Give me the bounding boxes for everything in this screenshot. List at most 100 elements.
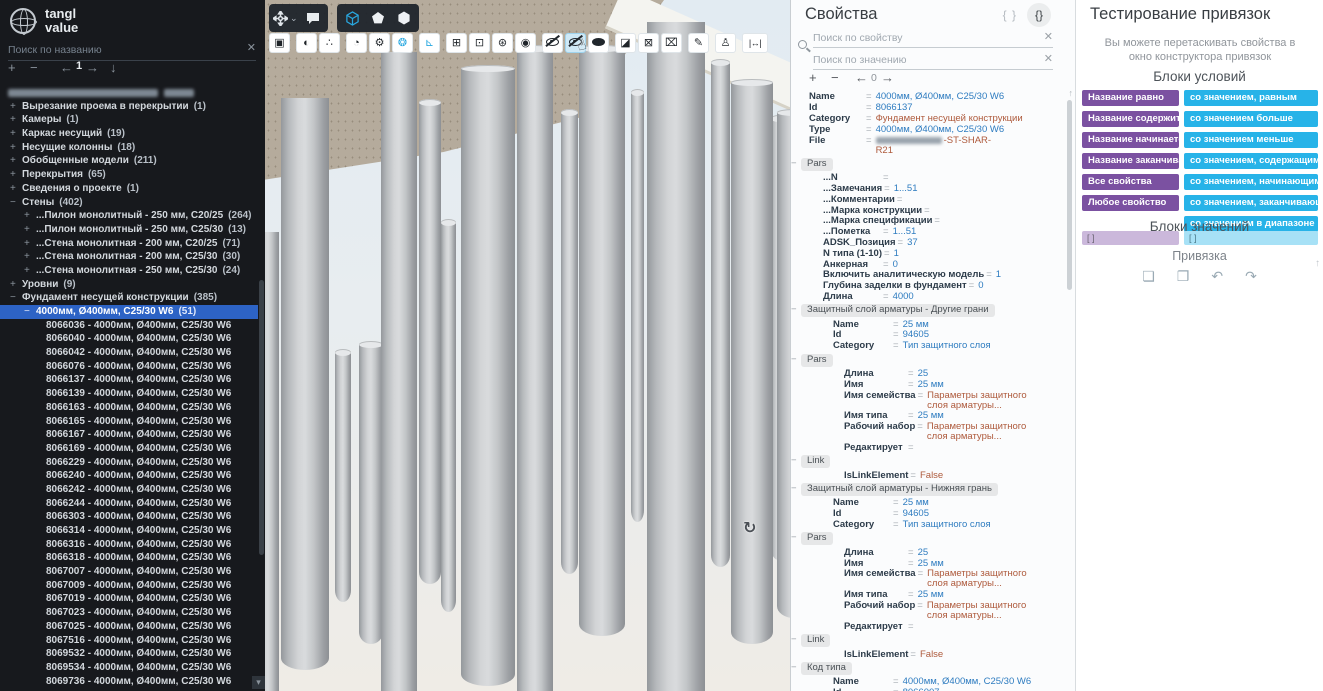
pentagon-mode-button[interactable] [367,7,389,29]
condition-chip-name[interactable]: Любое свойство [1082,195,1179,211]
tree-expander[interactable]: + [24,264,36,278]
undo-icon[interactable]: ↶ [1211,268,1223,285]
tree-expander[interactable]: + [24,209,36,223]
tree-item[interactable]: +...Пилон монолитный - 250 мм, C20/25(26… [0,209,258,223]
section-box-button[interactable]: ⊡ [469,33,490,53]
viewport-3d[interactable]: ⌄ [265,0,790,691]
properties-scrollbar-thumb[interactable] [1067,100,1072,290]
tree-instance-item[interactable]: 8067025 - 4000мм, Ø400мм, C25/30 W6 [0,620,258,634]
property-row[interactable]: Id=8066137 [791,103,1062,114]
project-row-blurred[interactable] [0,86,258,100]
axes-button[interactable]: ⊾ [419,33,440,53]
tree-instance-item[interactable]: 8066165 - 4000мм, Ø400мм, C25/30 W6 [0,415,258,429]
tree-expander[interactable]: + [24,223,36,237]
tree-item[interactable]: +...Стена монолитная - 200 мм, C20/25(71… [0,237,258,251]
redo-icon[interactable]: ↷ [1245,268,1257,285]
property-search-input[interactable] [813,30,1031,47]
condition-chip-value[interactable]: со значением, заканчивающимся на [1184,195,1318,211]
condition-chip-name[interactable]: Название начинается с [1082,132,1179,148]
tree-instance-item[interactable]: 8066316 - 4000мм, Ø400мм, C25/30 W6 [0,538,258,552]
tree-instance-item[interactable]: 8066036 - 4000мм, Ø400мм, C25/30 W6 [0,319,258,333]
tree-instance-item[interactable]: 8066229 - 4000мм, Ø400мм, C25/30 W6 [0,456,258,470]
clear-value-search-icon[interactable]: ✕ [1044,52,1053,65]
comment-button[interactable] [302,7,324,29]
show-all-button[interactable] [588,33,609,53]
tree-instance-item[interactable]: 8069736 - 4000мм, Ø400мм, C25/30 W6 [0,675,258,689]
isolate-box-button[interactable]: ◪ [615,33,636,53]
tree-item[interactable]: +Сведения о проекте(1) [0,182,258,196]
property-row[interactable]: Анкерная=0 [791,259,1062,270]
tree-instance-item[interactable]: 8066163 - 4000мм, Ø400мм, C25/30 W6 [0,401,258,415]
tree-instance-item[interactable]: 8066242 - 4000мм, Ø400мм, C25/30 W6 [0,483,258,497]
tree-expander[interactable]: − [10,291,22,305]
tree-expander[interactable]: + [10,182,22,196]
property-row[interactable]: ...N= [791,173,1062,184]
tree-instance-item[interactable]: 8066240 - 4000мм, Ø400мм, C25/30 W6 [0,469,258,483]
tree-instance-item[interactable]: 8069532 - 4000мм, Ø400мм, C25/30 W6 [0,647,258,661]
property-row[interactable]: IsLinkElement=False [791,470,1062,481]
property-row[interactable]: ...Марка конструкции= [791,205,1062,216]
property-row[interactable]: Category=Фундамент несущей конструкции [791,114,1062,125]
braces-inline-icon[interactable]: { } [1003,8,1017,22]
property-group-row[interactable]: −Pars [791,156,1062,173]
property-group-row[interactable]: −Pars [791,352,1062,369]
group-expander[interactable]: − [791,635,801,645]
property-group-row[interactable]: −Link [791,632,1062,649]
property-row[interactable]: Type=4000мм, Ø400мм, C25/30 W6 [791,124,1062,135]
property-row[interactable]: Name=25 мм [791,319,1062,330]
property-row[interactable]: ...Замечания=1...51 [791,184,1062,195]
tree-instance-item[interactable]: 8066318 - 4000мм, Ø400мм, C25/30 W6 [0,551,258,565]
property-row[interactable]: Имя типа=25 мм [791,411,1062,422]
tree-item[interactable]: +...Стена монолитная - 250 мм, C25/30(24… [0,264,258,278]
tree-item-selected[interactable]: −4000мм, Ø400мм, C25/30 W6(51) [0,305,258,319]
property-row[interactable]: Имя типа=25 мм [791,590,1062,601]
tree-instance-item[interactable]: 8066314 - 4000мм, Ø400мм, C25/30 W6 [0,524,258,538]
tree-item[interactable]: +...Стена монолитная - 200 мм, C25/30(30… [0,250,258,264]
gear-dashed-button[interactable]: ⊛ [492,33,513,53]
value-search-input[interactable] [813,52,1031,69]
group-expander[interactable]: − [791,663,801,673]
tree-item[interactable]: +Перекрытия(65) [0,168,258,182]
gear-button[interactable]: ⚙ [369,33,390,53]
property-row[interactable]: ...Марка спецификации= [791,216,1062,227]
pan-tool-button[interactable]: ⌄ [273,7,298,29]
property-row[interactable]: Имя=25 мм [791,558,1062,569]
next-button[interactable]: → [86,60,99,75]
tree-instance-item[interactable]: 8066076 - 4000мм, Ø400мм, C25/30 W6 [0,360,258,374]
property-row[interactable]: File=-ST-SHAR-R21 [791,135,1062,156]
property-row[interactable]: ...Пометка=1...51 [791,227,1062,238]
tree-item[interactable]: +Камеры(1) [0,113,258,127]
property-row[interactable]: Редактирует= [791,621,1062,632]
condition-chip-value[interactable]: со значением, начинающимся на [1184,174,1318,190]
property-row[interactable]: Id=94605 [791,330,1062,341]
hide-element-button[interactable] [542,33,563,53]
prev-match-button[interactable]: ← [855,70,868,85]
group-expander[interactable]: − [791,159,801,169]
condition-chip-value[interactable]: со значением меньше [1184,132,1318,148]
property-row[interactable]: Имя семейства=Параметры защитного слоя а… [791,569,1062,590]
tree-instance-item[interactable]: 8066167 - 4000мм, Ø400мм, C25/30 W6 [0,428,258,442]
property-row[interactable]: ADSK_Позиция=37 [791,238,1062,249]
property-row[interactable]: Длина=25 [791,547,1062,558]
property-row[interactable]: Редактирует= [791,443,1062,454]
property-group-row[interactable]: −Pars [791,530,1062,547]
tree-scroll-down-button[interactable]: ▾ [252,676,265,689]
property-row[interactable]: Id=94605 [791,509,1062,520]
measure-button[interactable]: ✎ [688,33,709,53]
box-clear-button[interactable]: ⌧ [661,33,682,53]
condition-chip-value[interactable]: со значением, содержащим [1184,153,1318,169]
property-group-row[interactable]: −Код типа [791,660,1062,677]
property-row[interactable]: ...Комментарии= [791,194,1062,205]
fit-view-button[interactable]: ⊞ [446,33,467,53]
copy-icon[interactable]: ❏ [1142,268,1155,285]
tree-item[interactable]: +Каркас несущий(19) [0,127,258,141]
property-row[interactable]: Рабочий набор=Параметры защитного слоя а… [791,422,1062,443]
tree-expander[interactable]: + [10,100,22,114]
tree-expander[interactable]: + [10,168,22,182]
tree-expander[interactable]: + [10,113,22,127]
tree-item[interactable]: +Уровни(9) [0,278,258,292]
tree-expander[interactable]: + [10,154,22,168]
condition-chip-value[interactable]: со значением, равным [1184,90,1318,106]
tree-expander[interactable]: + [24,237,36,251]
tree-instance-item[interactable]: 8066303 - 4000мм, Ø400мм, C25/30 W6 [0,510,258,524]
